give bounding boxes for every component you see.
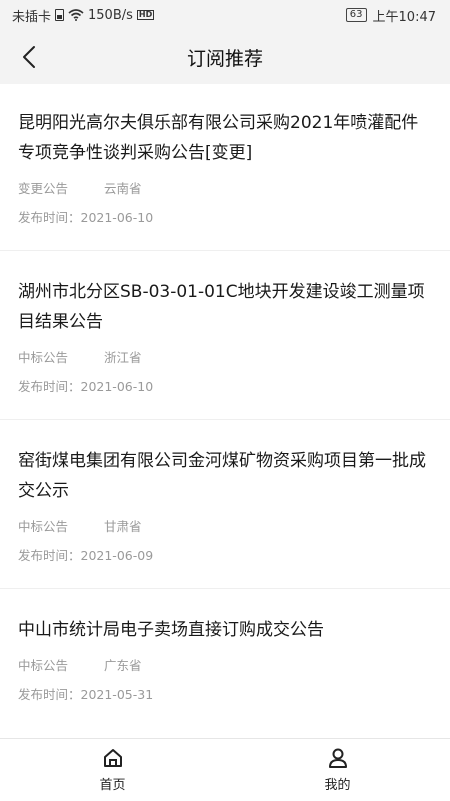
item-region: 广东省: [104, 658, 142, 673]
item-date: 发布时间：2021-06-10: [18, 379, 154, 394]
item-type: 中标公告: [18, 350, 69, 365]
item-meta: 变更公告 云南省: [18, 178, 432, 197]
hd-badge: HD: [136, 10, 155, 20]
item-meta: 中标公告 浙江省: [18, 347, 432, 366]
user-icon: [328, 748, 347, 768]
clock: 上午10:47: [372, 9, 436, 25]
carrier-text: 未插卡: [12, 9, 52, 25]
item-title[interactable]: 昆明阳光高尔夫俱乐部有限公司采购2021年喷灌配件专项竞争性谈判采购公告[变更]: [18, 108, 432, 168]
list-item[interactable]: 中山市统计局电子卖场直接订购成交公告 中标公告 广东省 发布时间：2021-05…: [0, 615, 450, 727]
item-meta: 中标公告 广东省: [18, 655, 432, 674]
page-title: 订阅推荐: [186, 47, 263, 70]
network-speed: 150B/s: [88, 7, 133, 23]
nav-bar: 订阅推荐: [0, 30, 450, 84]
tab-home-label: 首页: [99, 778, 126, 793]
item-title[interactable]: 湖州市北分区SB-03-01-01C地块开发建设竣工测量项目结果公告: [18, 277, 432, 337]
chevron-left-icon: [23, 46, 35, 68]
home-icon: [103, 749, 122, 767]
list-item[interactable]: 昆明阳光高尔夫俱乐部有限公司采购2021年喷灌配件专项竞争性谈判采购公告[变更]…: [0, 108, 450, 251]
list-item[interactable]: 窑街煤电集团有限公司金河煤矿物资采购项目第一批成交公示 中标公告 甘肃省 发布时…: [0, 446, 450, 589]
item-type: 变更公告: [18, 181, 69, 196]
item-region: 云南省: [104, 181, 142, 196]
tab-home[interactable]: 首页: [0, 739, 225, 801]
item-title[interactable]: 中山市统计局电子卖场直接订购成交公告: [18, 615, 432, 645]
bottom-tab-bar: 首页 我的: [0, 738, 450, 801]
item-date: 发布时间：2021-06-10: [18, 210, 154, 225]
item-title[interactable]: 窑街煤电集团有限公司金河煤矿物资采购项目第一批成交公示: [18, 446, 432, 506]
wifi-icon: [68, 9, 84, 21]
list-item[interactable]: 湖州市北分区SB-03-01-01C地块开发建设竣工测量项目结果公告 中标公告 …: [0, 277, 450, 420]
item-region: 浙江省: [104, 350, 142, 365]
item-type: 中标公告: [18, 519, 69, 534]
back-button[interactable]: [14, 42, 44, 72]
battery-icon: 63: [345, 8, 367, 22]
status-left: 未插卡 150B/s HD: [0, 6, 155, 25]
item-meta: 中标公告 甘肃省: [18, 516, 432, 535]
sim-icon: [55, 9, 65, 21]
item-type: 中标公告: [18, 658, 69, 673]
status-right: 63 上午10:47: [345, 6, 450, 25]
tab-mine[interactable]: 我的: [225, 739, 450, 801]
item-region: 甘肃省: [104, 519, 142, 534]
item-date: 发布时间：2021-06-09: [18, 548, 154, 563]
tab-mine-label: 我的: [324, 778, 351, 793]
item-date: 发布时间：2021-05-31: [18, 687, 154, 702]
status-bar: 未插卡 150B/s HD 63 上午10:47: [0, 0, 450, 30]
